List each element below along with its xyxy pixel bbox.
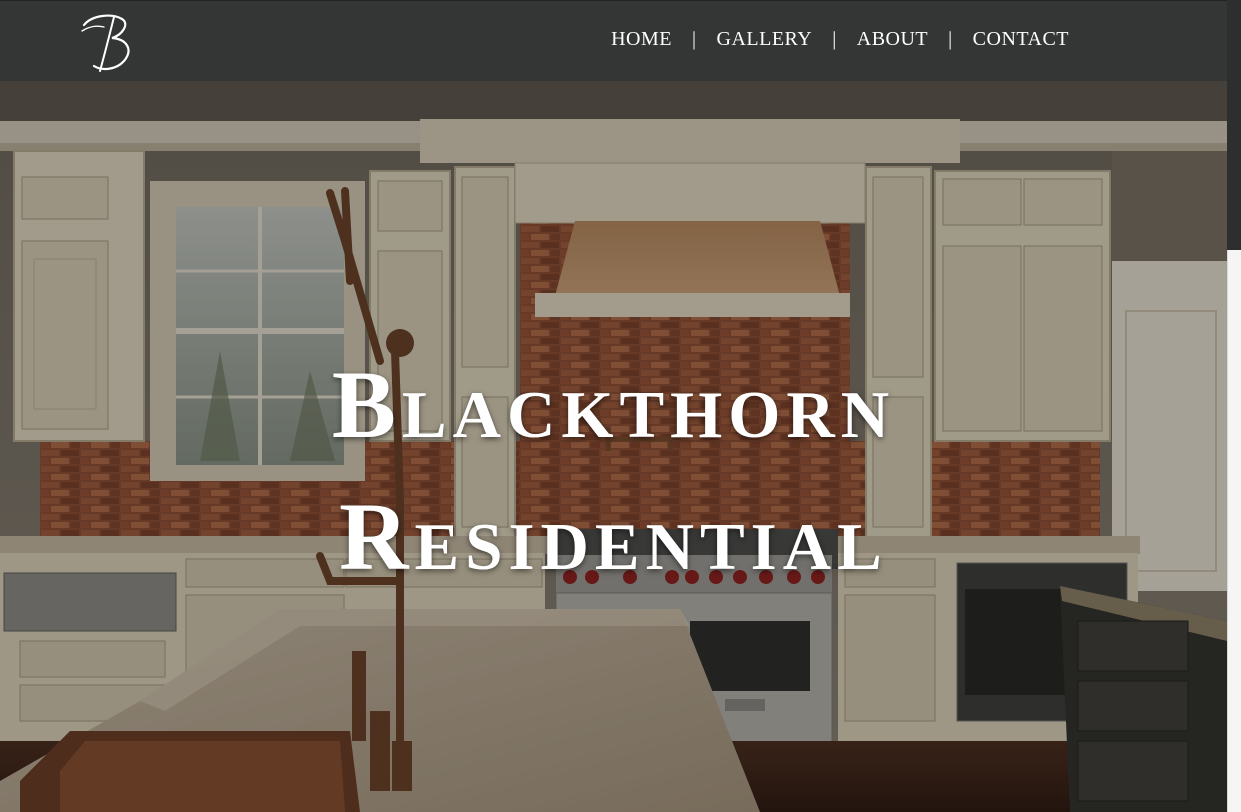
main-nav: HOME | GALLERY | ABOUT | CONTACT bbox=[611, 28, 1069, 51]
hero-title-line1: Blackthorn bbox=[331, 351, 896, 459]
nav-about[interactable]: ABOUT bbox=[857, 28, 928, 51]
logo-monogram[interactable]: B bbox=[78, 9, 152, 75]
divider bbox=[1227, 250, 1228, 812]
scrollbar-thumb[interactable] bbox=[1227, 0, 1241, 250]
nav-separator: | bbox=[948, 28, 953, 50]
page: B HOME | GALLERY | ABOUT | CONTACT Black… bbox=[0, 0, 1241, 812]
nav-separator: | bbox=[832, 28, 837, 50]
logo-icon: B bbox=[81, 14, 130, 72]
nav-separator: | bbox=[692, 28, 697, 50]
nav-gallery[interactable]: GALLERY bbox=[717, 28, 813, 51]
hero-title-line2: Residential bbox=[339, 483, 888, 591]
logo-letter: B bbox=[114, 48, 115, 50]
right-page-edge bbox=[1227, 0, 1241, 812]
nav-contact[interactable]: CONTACT bbox=[973, 28, 1069, 51]
hero-banner: Blackthorn Residential bbox=[0, 81, 1227, 812]
nav-home[interactable]: HOME bbox=[611, 28, 672, 51]
site-header: B HOME | GALLERY | ABOUT | CONTACT bbox=[0, 0, 1227, 81]
